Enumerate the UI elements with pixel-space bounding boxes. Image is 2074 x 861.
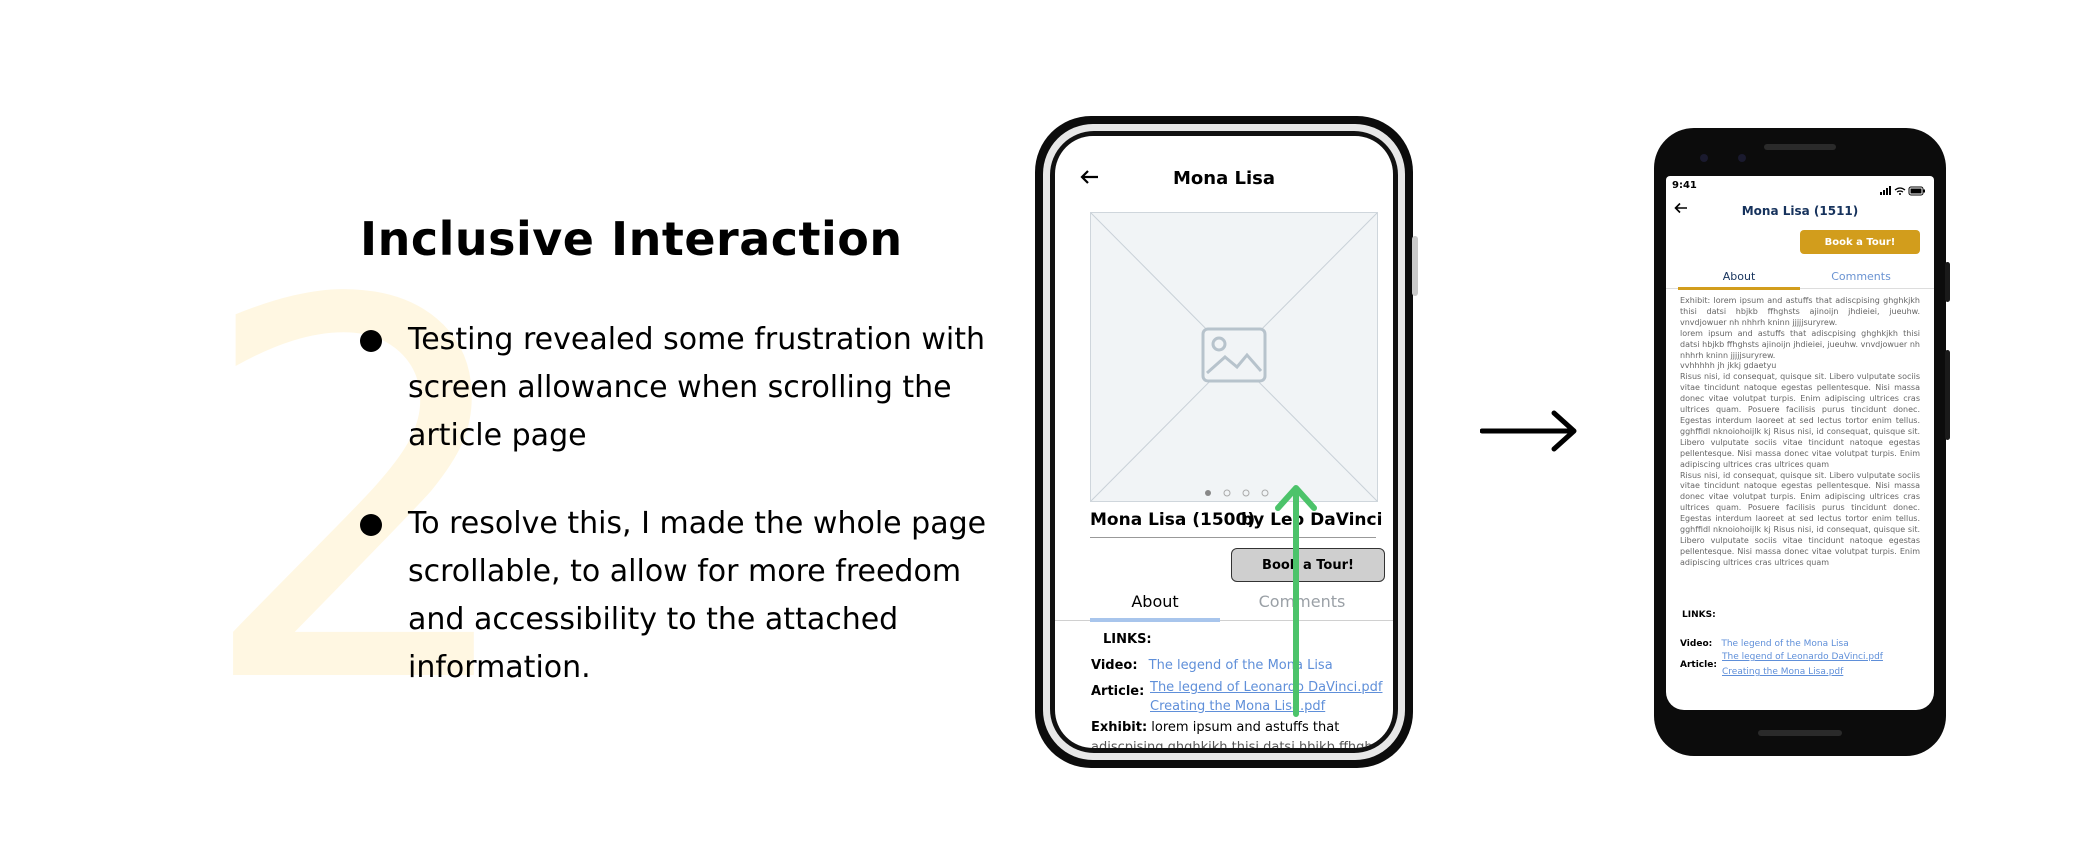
bullet-list: Testing revealed some frustration with s…: [360, 316, 1000, 732]
bottom-speaker: [1758, 730, 1842, 736]
image-placeholder-icon: [1201, 327, 1267, 387]
old-article-screen: Mona Lisa Mona Lisa (1500) by Leo DaVinc…: [1055, 136, 1393, 748]
book-tour-button[interactable]: Book a Tour!: [1800, 230, 1920, 254]
volume-button: [1945, 350, 1950, 440]
exhibit-text-cutoff: adiscpising ghghkjkh thisi datsi hbjkb f…: [1091, 740, 1392, 748]
article-paragraph: lorem ipsum and astuffs that adiscpising…: [1680, 328, 1920, 360]
new-article-screen: 9:41 Mona Lisa (1511) Book a Tour! About…: [1666, 176, 1934, 710]
bullet-item: Testing revealed some frustration with s…: [360, 316, 1000, 460]
tab-about[interactable]: About: [1678, 270, 1800, 283]
status-time: 9:41: [1672, 180, 1697, 191]
article-paragraph: vvhhhhh jh jkkj gdaetyu: [1680, 361, 1777, 371]
screen-title: Mona Lisa: [1172, 168, 1275, 189]
article-link-2[interactable]: Creating the Mona Lisa.pdf: [1722, 667, 1843, 677]
video-row: Video: The legend of the Mona Lisa: [1680, 631, 1849, 650]
video-link[interactable]: The legend of the Mona Lisa: [1721, 639, 1848, 649]
tab-selected-indicator: [1090, 618, 1220, 622]
links-heading: LINKS:: [1682, 610, 1716, 620]
top-speaker: [1764, 144, 1836, 150]
article-link-1[interactable]: The legend of Leonardo DaVinci.pdf: [1150, 680, 1383, 695]
front-camera: [1700, 154, 1708, 162]
article-paragraph: Risus nisi, id consequat, quisque sit. L…: [1680, 470, 1920, 567]
article-link-1[interactable]: The legend of Leonardo DaVinci.pdf: [1722, 652, 1883, 662]
carousel-dots[interactable]: [1203, 483, 1273, 502]
front-sensor: [1738, 154, 1746, 162]
bullet-dot-icon: [360, 330, 382, 352]
article-label: Article:: [1091, 684, 1145, 699]
article-paragraph: Risus nisi, id consequat, quisque sit. L…: [1680, 372, 1920, 469]
bullet-item: To resolve this, I made the whole page s…: [360, 500, 1000, 692]
slide-title: Inclusive Interaction: [360, 212, 903, 266]
tab-about[interactable]: About: [1090, 592, 1220, 611]
bullet-dot-icon: [360, 514, 382, 536]
article-label: Article:: [1680, 660, 1717, 670]
artwork-image-placeholder[interactable]: [1090, 212, 1378, 502]
video-label: Video:: [1091, 658, 1138, 673]
scroll-up-arrow-icon: [1273, 482, 1319, 722]
article-paragraph: Exhibit: lorem ipsum and astuffs that ad…: [1680, 296, 1920, 327]
transition-arrow-icon: [1479, 408, 1580, 458]
artwork-caption: Mona Lisa (1500): [1090, 510, 1256, 530]
screen-title: Mona Lisa (1511): [1741, 204, 1859, 218]
article-body: Exhibit: lorem ipsum and astuffs that ad…: [1680, 296, 1920, 569]
tab-comments[interactable]: Comments: [1800, 270, 1922, 283]
video-label: Video:: [1680, 639, 1713, 649]
old-design-phone: Mona Lisa Mona Lisa (1500) by Leo DaVinc…: [1035, 116, 1418, 768]
new-design-phone: 9:41 Mona Lisa (1511) Book a Tour! About…: [1654, 128, 1950, 756]
exhibit-row: Exhibit: lorem ipsum and astuffs that: [1091, 720, 1340, 735]
status-icons: [1880, 181, 1926, 200]
power-button: [1945, 262, 1950, 302]
tab-selected-indicator: [1678, 287, 1800, 290]
divider: [1090, 537, 1376, 538]
links-heading: LINKS:: [1103, 632, 1152, 647]
power-button: [1412, 236, 1418, 296]
